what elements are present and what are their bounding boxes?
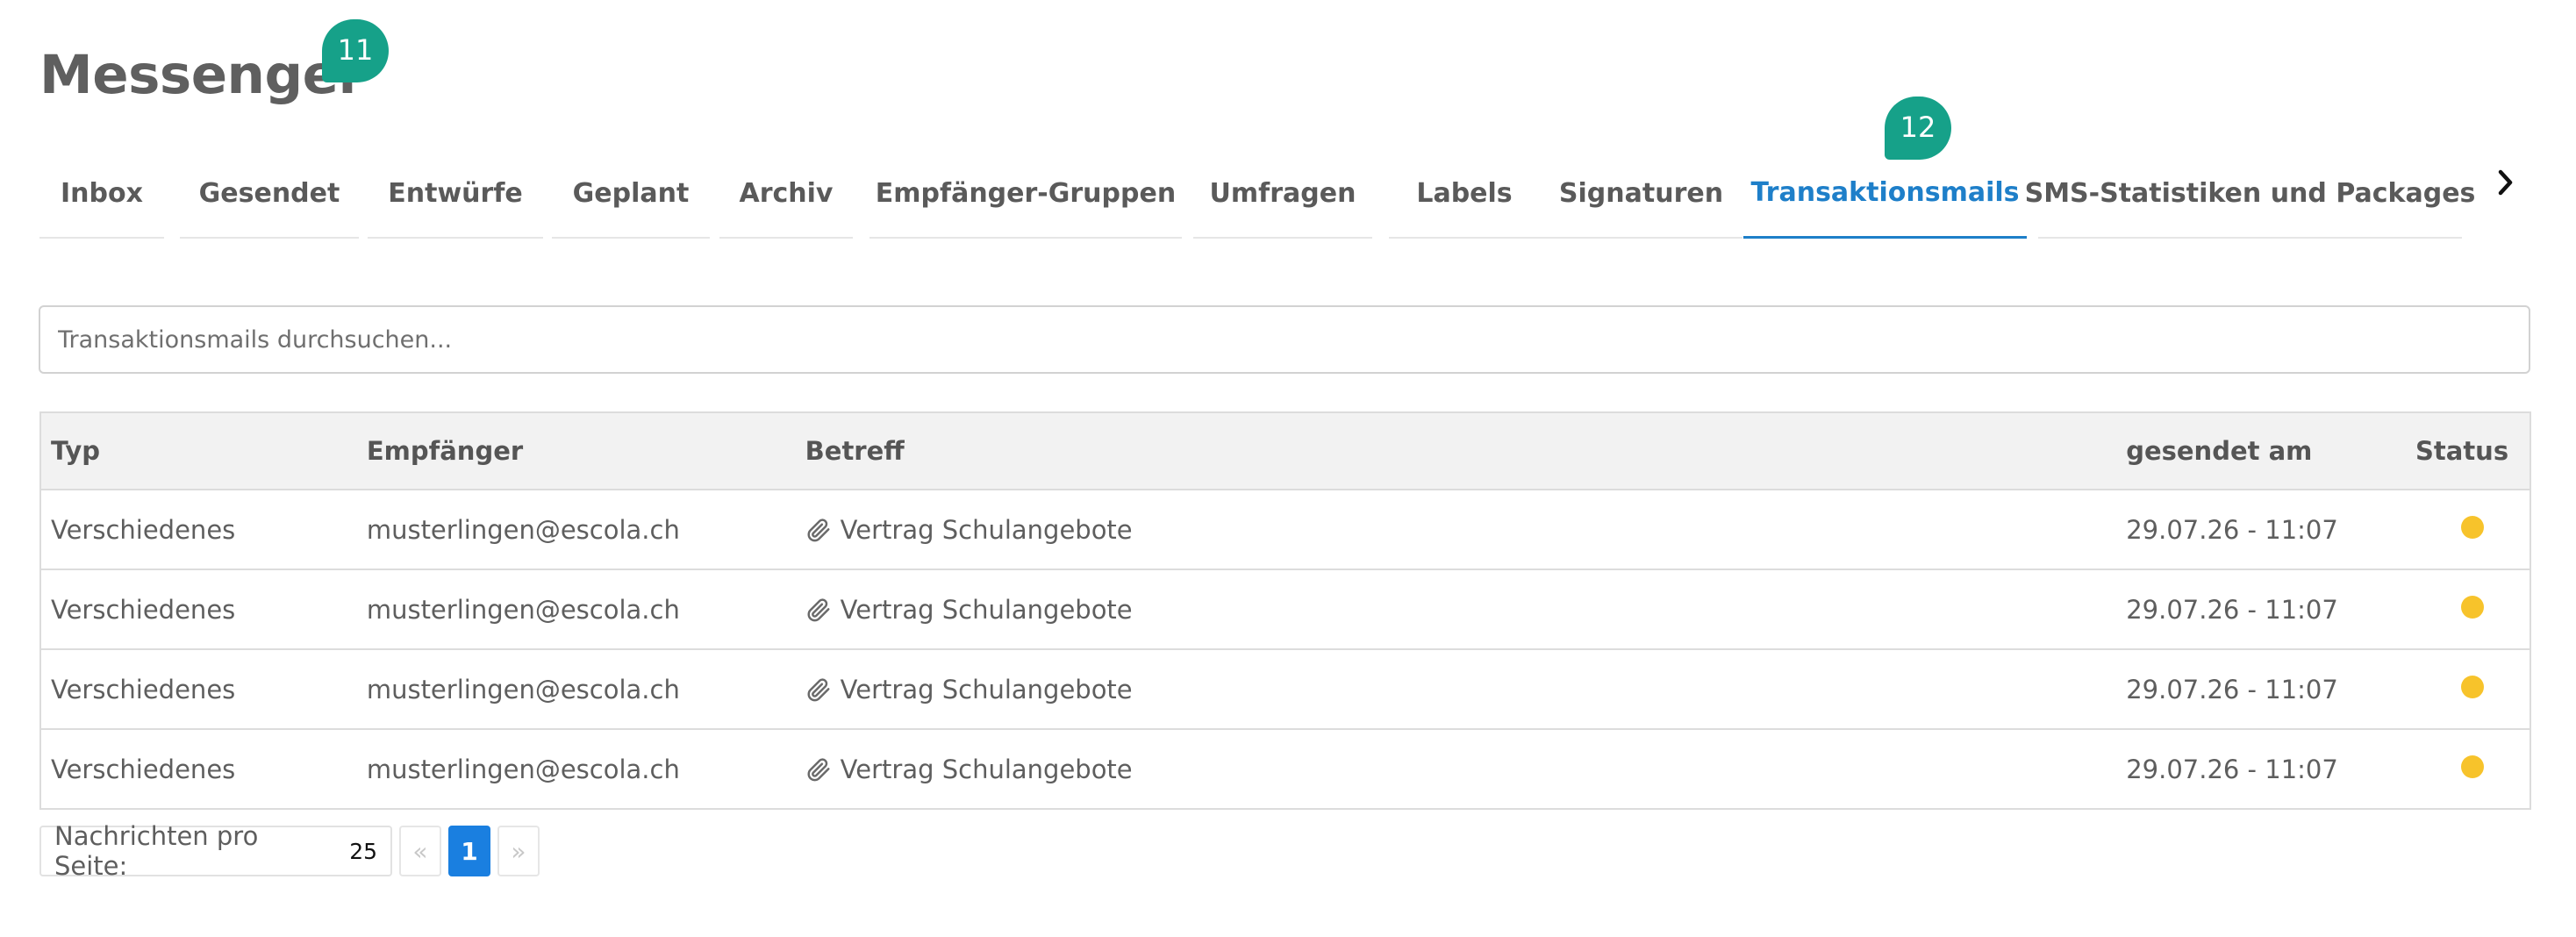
tab-inbox[interactable]: Inbox — [39, 149, 164, 239]
cell-recipient: musterlingen@escola.ch — [356, 569, 796, 650]
search-input[interactable] — [56, 325, 2513, 354]
tab-sms-statistiken[interactable]: SMS-Statistiken und Packages — [2025, 149, 2475, 239]
next-page-button[interactable]: » — [497, 826, 540, 876]
tab-empfaenger-gruppen[interactable]: Empfänger-Gruppen — [869, 149, 1182, 239]
column-header-subject[interactable]: Betreff — [795, 411, 2117, 490]
tab-umfragen[interactable]: Umfragen — [1193, 149, 1372, 239]
tab-archiv[interactable]: Archiv — [719, 149, 853, 239]
tabs-scroll-right-button[interactable] — [2488, 160, 2523, 205]
per-page-label: Nachrichten pro Seite: — [54, 821, 259, 881]
column-header-sent[interactable]: gesendet am — [2116, 411, 2406, 490]
cell-subject: Vertrag Schulangebote — [805, 675, 2117, 705]
page-title: Messenger — [39, 44, 365, 106]
tab-signaturen[interactable]: Signaturen — [1540, 149, 1742, 239]
tab-bar: Inbox Gesendet Entwürfe Geplant Archiv E… — [39, 149, 2487, 240]
cell-type: Verschiedenes — [39, 569, 357, 650]
table-header-row: Typ Empfänger Betreff gesendet am Status — [39, 411, 2531, 490]
previous-page-button[interactable]: « — [399, 826, 441, 876]
column-header-type[interactable]: Typ — [39, 411, 357, 490]
table-row[interactable]: Verschiedenes musterlingen@escola.ch Ver… — [39, 649, 2531, 730]
column-header-status[interactable]: Status — [2406, 411, 2531, 490]
tab-entwuerfe[interactable]: Entwürfe — [368, 149, 543, 239]
cell-recipient: musterlingen@escola.ch — [356, 490, 796, 570]
status-dot — [2461, 675, 2484, 698]
chevron-right-icon — [2498, 169, 2513, 196]
status-dot — [2461, 595, 2484, 619]
search-field[interactable] — [39, 305, 2530, 374]
cell-sent: 29.07.26 - 11:07 — [2116, 649, 2406, 730]
paperclip-icon — [807, 518, 830, 541]
cell-subject: Vertrag Schulangebote — [805, 595, 2117, 625]
table-row[interactable]: Verschiedenes musterlingen@escola.ch Ver… — [39, 569, 2531, 650]
page-1-button[interactable]: 1 — [448, 826, 490, 876]
notification-badge: 11 — [322, 19, 389, 82]
tab-badge: 12 — [1885, 97, 1951, 160]
cell-type: Verschiedenes — [39, 649, 357, 730]
tab-labels[interactable]: Labels — [1389, 149, 1540, 239]
transaction-mails-table: Typ Empfänger Betreff gesendet am Status… — [39, 411, 2531, 810]
cell-recipient: musterlingen@escola.ch — [356, 649, 796, 730]
pagination: Nachrichten pro Seite: 25 « 1 » — [39, 821, 540, 881]
tab-gesendet[interactable]: Gesendet — [180, 149, 359, 239]
per-page-select[interactable]: Nachrichten pro Seite: 25 — [39, 821, 392, 881]
tab-geplant[interactable]: Geplant — [552, 149, 710, 239]
cell-subject: Vertrag Schulangebote — [805, 515, 2117, 545]
cell-type: Verschiedenes — [39, 490, 357, 570]
cell-sent: 29.07.26 - 11:07 — [2116, 729, 2406, 810]
column-header-recipient[interactable]: Empfänger — [356, 411, 796, 490]
status-dot — [2461, 515, 2484, 539]
table-row[interactable]: Verschiedenes musterlingen@escola.ch Ver… — [39, 490, 2531, 570]
paperclip-icon — [807, 757, 830, 781]
cell-subject: Vertrag Schulangebote — [805, 755, 2117, 784]
status-dot — [2461, 755, 2484, 778]
cell-type: Verschiedenes — [39, 729, 357, 810]
cell-sent: 29.07.26 - 11:07 — [2116, 490, 2406, 570]
tab-transaktionsmails[interactable]: Transaktionsmails — [1743, 149, 2027, 239]
paperclip-icon — [807, 597, 830, 621]
per-page-value: 25 — [349, 838, 377, 864]
table-row[interactable]: Verschiedenes musterlingen@escola.ch Ver… — [39, 729, 2531, 810]
cell-recipient: musterlingen@escola.ch — [356, 729, 796, 810]
paperclip-icon — [807, 677, 830, 701]
cell-sent: 29.07.26 - 11:07 — [2116, 569, 2406, 650]
